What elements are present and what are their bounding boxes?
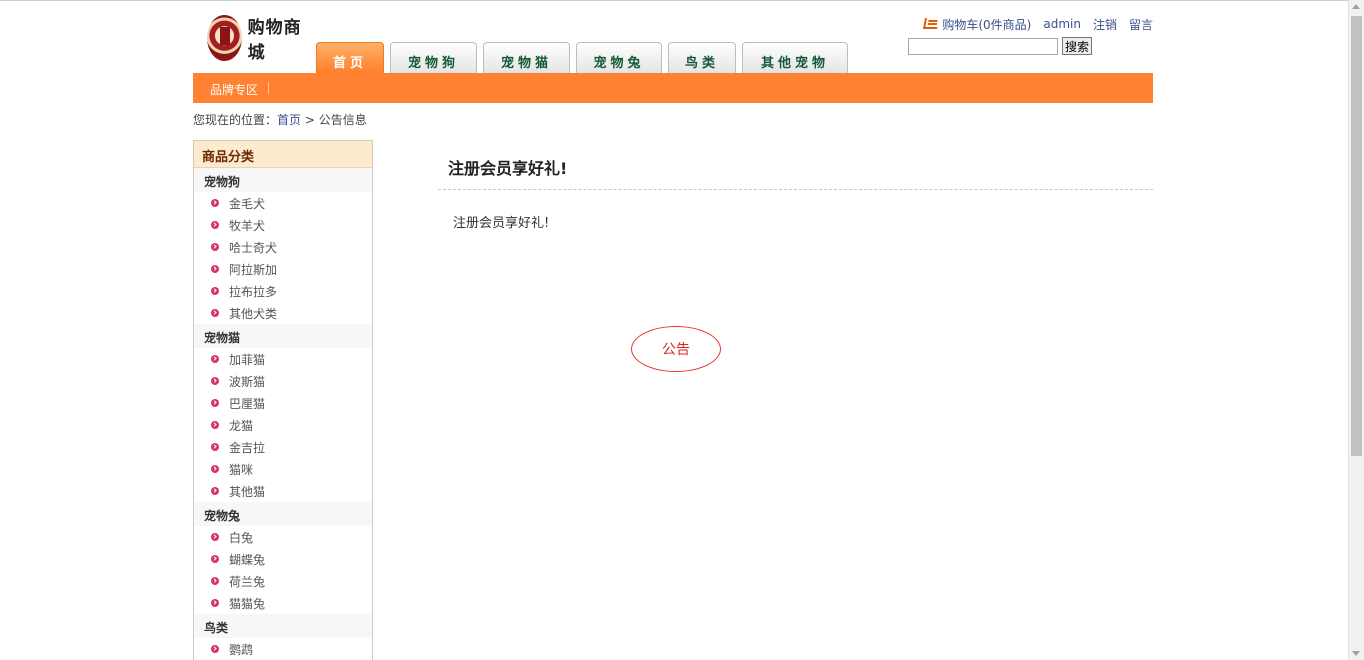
bullet-arrow-icon [211,399,219,407]
breadcrumb-home-link[interactable]: 首页 [277,113,301,127]
site-logo[interactable]: 购物商城 [207,12,317,64]
search-input[interactable] [908,37,1058,55]
search-bar: 搜索 [908,37,1153,55]
vertical-scrollbar[interactable] [1348,0,1364,660]
nav-tab-home[interactable]: 首页 [316,42,384,73]
category-item[interactable]: 猫猫兔 [194,592,372,614]
bullet-arrow-icon [211,645,219,653]
notice-title: 注册会员享好礼! [448,159,568,178]
notice-divider [438,189,1153,190]
category-birds[interactable]: 鸟类 [194,614,372,638]
logo-text: 购物商城 [247,18,302,63]
nav-tab-birds[interactable]: 鸟类 [668,42,736,73]
category-item[interactable]: 金毛犬 [194,192,372,214]
notice-stamp: 公告 [631,326,721,372]
bullet-arrow-icon [211,377,219,385]
bullet-arrow-icon [211,533,219,541]
logo-emblem-icon [207,15,242,61]
nav-tab-rabbits[interactable]: 宠物兔 [576,42,662,73]
scroll-up-arrow-icon[interactable] [1352,4,1360,9]
notice-content: 注册会员享好礼! [453,216,550,231]
sub-nav-divider [268,82,269,94]
bullet-arrow-icon [211,221,219,229]
category-rabbits[interactable]: 宠物兔 [194,502,372,526]
bullet-arrow-icon [211,309,219,317]
category-item[interactable]: 蝴蝶兔 [194,548,372,570]
category-sidebar: 商品分类 宠物狗 金毛犬 牧羊犬 哈士奇犬 阿拉斯加 拉布拉多 其他犬类 宠物猫… [193,140,373,660]
breadcrumb-current: 公告信息 [318,113,367,127]
bullet-arrow-icon [211,421,219,429]
cart-icon [923,17,940,29]
bullet-arrow-icon [211,443,219,451]
message-link[interactable]: 留言 [1129,16,1153,33]
bullet-arrow-icon [211,265,219,273]
bullet-arrow-icon [211,487,219,495]
bullet-arrow-icon [211,577,219,585]
scroll-thumb[interactable] [1351,16,1362,456]
nav-tab-dogs[interactable]: 宠物狗 [390,42,477,73]
bullet-arrow-icon [211,465,219,473]
category-item[interactable]: 波斯猫 [194,370,372,392]
main-nav: 首页 宠物狗 宠物猫 宠物兔 鸟类 其他宠物 [316,42,854,73]
bullet-arrow-icon [211,199,219,207]
logout-link[interactable]: 注销 [1093,16,1117,33]
user-link[interactable]: admin [1043,17,1081,31]
category-item[interactable]: 其他猫 [194,480,372,502]
category-item[interactable]: 哈士奇犬 [194,236,372,258]
breadcrumb: 您现在的位置：首页 > 公告信息 [193,111,367,128]
category-item[interactable]: 拉布拉多 [194,280,372,302]
sidebar-title: 商品分类 [194,141,372,168]
category-item[interactable]: 鹦鹉 [194,638,372,660]
sub-nav-bar: 品牌专区 [193,73,1153,103]
top-links: 购物车(0件商品) admin 注销 留言 [908,15,1153,33]
user-toolbar: 购物车(0件商品) admin 注销 留言 搜索 [908,15,1153,55]
category-item[interactable]: 加菲猫 [194,348,372,370]
bullet-arrow-icon [211,599,219,607]
breadcrumb-separator: > [304,113,315,127]
bullet-arrow-icon [211,355,219,363]
category-item[interactable]: 牧羊犬 [194,214,372,236]
breadcrumb-prefix: 您现在的位置： [193,113,278,127]
scroll-down-arrow-icon[interactable] [1352,651,1360,656]
bullet-arrow-icon [211,243,219,251]
cart-link[interactable]: 购物车(0件商品) [923,16,1031,33]
category-item[interactable]: 金吉拉 [194,436,372,458]
category-item[interactable]: 其他犬类 [194,302,372,324]
category-item[interactable]: 白兔 [194,526,372,548]
nav-tab-other-pets[interactable]: 其他宠物 [742,42,848,73]
bullet-arrow-icon [211,287,219,295]
category-item[interactable]: 荷兰兔 [194,570,372,592]
category-item[interactable]: 巴厘猫 [194,392,372,414]
category-cats[interactable]: 宠物猫 [194,324,372,348]
category-dogs[interactable]: 宠物狗 [194,168,372,192]
category-item[interactable]: 阿拉斯加 [194,258,372,280]
category-item[interactable]: 猫咪 [194,458,372,480]
brand-zone-link[interactable]: 品牌专区 [210,81,258,98]
category-item[interactable]: 龙猫 [194,414,372,436]
nav-tab-cats[interactable]: 宠物猫 [483,42,570,73]
bullet-arrow-icon [211,555,219,563]
search-button[interactable]: 搜索 [1062,37,1093,55]
